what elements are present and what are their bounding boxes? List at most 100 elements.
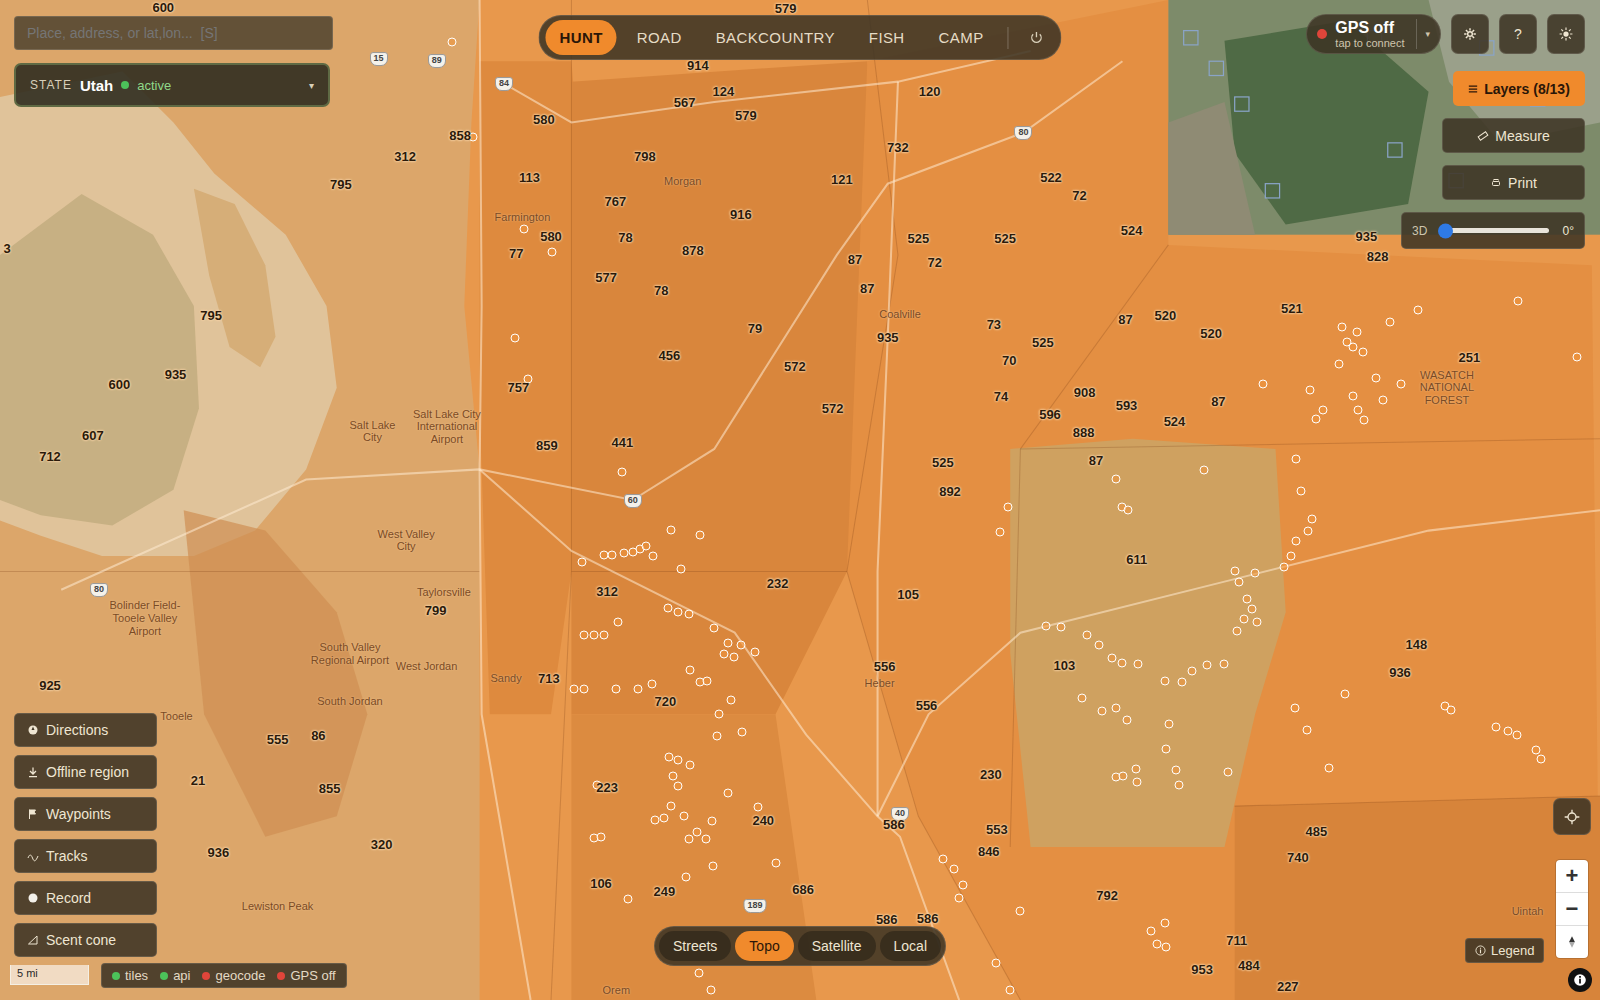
unit-label[interactable]: 74 xyxy=(994,389,1008,402)
map-marker[interactable] xyxy=(1132,777,1141,786)
map-marker[interactable] xyxy=(1378,396,1387,405)
unit-label[interactable]: 600 xyxy=(152,1,174,14)
map-marker[interactable] xyxy=(1161,676,1170,685)
unit-label[interactable]: 86 xyxy=(311,728,325,741)
map-marker[interactable] xyxy=(707,985,716,994)
unit-label[interactable]: 795 xyxy=(200,309,222,322)
attribution-button[interactable] xyxy=(1568,968,1592,992)
unit-label[interactable]: 520 xyxy=(1154,309,1176,322)
unit-label[interactable]: 712 xyxy=(39,450,61,463)
unit-label[interactable]: 586 xyxy=(917,912,939,925)
unit-label[interactable]: 556 xyxy=(916,699,938,712)
map-marker[interactable] xyxy=(608,551,617,560)
map-marker[interactable] xyxy=(1513,730,1522,739)
map-marker[interactable] xyxy=(1203,661,1212,670)
map-marker[interactable] xyxy=(641,541,650,550)
map-marker[interactable] xyxy=(673,781,682,790)
side-button[interactable]: Waypoints xyxy=(14,797,157,831)
map-marker[interactable] xyxy=(1200,466,1209,475)
unit-label[interactable]: 888 xyxy=(1073,425,1095,438)
unit-label[interactable]: 87 xyxy=(848,253,862,266)
map-marker[interactable] xyxy=(715,710,724,719)
map-marker[interactable] xyxy=(589,630,598,639)
map-marker[interactable] xyxy=(1016,907,1025,916)
map-marker[interactable] xyxy=(1349,342,1358,351)
map-marker[interactable] xyxy=(673,608,682,617)
unit-label[interactable]: 586 xyxy=(876,913,898,926)
map-marker[interactable] xyxy=(1234,577,1243,586)
map-marker[interactable] xyxy=(938,855,947,864)
unit-label[interactable]: 520 xyxy=(1200,326,1222,339)
unit-label[interactable]: 586 xyxy=(883,818,905,831)
unit-label[interactable]: 858 xyxy=(449,128,471,141)
map-marker[interactable] xyxy=(720,650,729,659)
map-marker[interactable] xyxy=(955,893,964,902)
map-marker[interactable] xyxy=(1354,406,1363,415)
map-marker[interactable] xyxy=(1371,373,1380,382)
unit-label[interactable]: 106 xyxy=(590,876,612,889)
unit-label[interactable]: 572 xyxy=(822,402,844,415)
map-marker[interactable] xyxy=(600,630,609,639)
unit-label[interactable]: 251 xyxy=(1459,351,1481,364)
compass-button[interactable] xyxy=(1556,926,1588,958)
legend-button[interactable]: Legend xyxy=(1465,938,1544,963)
unit-label[interactable]: 223 xyxy=(596,780,618,793)
map-marker[interactable] xyxy=(1232,626,1241,635)
map-marker[interactable] xyxy=(1122,716,1131,725)
map-marker[interactable] xyxy=(648,679,657,688)
map-marker[interactable] xyxy=(1004,503,1013,512)
map-marker[interactable] xyxy=(649,552,658,561)
map-marker[interactable] xyxy=(1572,353,1581,362)
map-marker[interactable] xyxy=(1253,618,1262,627)
map-marker[interactable] xyxy=(1353,327,1362,336)
map-marker[interactable] xyxy=(1248,605,1257,614)
mode-tab[interactable]: HUNT xyxy=(545,20,616,55)
gps-button[interactable]: GPS offtap to connect▾ xyxy=(1306,14,1441,54)
map-marker[interactable] xyxy=(1171,766,1180,775)
basemap-option[interactable]: Local xyxy=(880,931,941,961)
map-marker[interactable] xyxy=(1133,660,1142,669)
unit-label[interactable]: 925 xyxy=(39,678,61,691)
map-marker[interactable] xyxy=(1223,768,1232,777)
map-marker[interactable] xyxy=(1077,693,1086,702)
map-marker[interactable] xyxy=(1112,704,1121,713)
map-marker[interactable] xyxy=(1491,722,1500,731)
settings-button[interactable] xyxy=(1451,14,1489,54)
unit-label[interactable]: 580 xyxy=(533,113,555,126)
map-marker[interactable] xyxy=(1349,391,1358,400)
unit-label[interactable]: 908 xyxy=(1074,385,1096,398)
unit-label[interactable]: 892 xyxy=(939,484,961,497)
unit-label[interactable]: 600 xyxy=(109,377,131,390)
mode-tab[interactable]: FISH xyxy=(855,20,919,55)
unit-label[interactable]: 120 xyxy=(919,84,941,97)
unit-label[interactable]: 525 xyxy=(1032,335,1054,348)
map-marker[interactable] xyxy=(1359,348,1368,357)
unit-label[interactable]: 73 xyxy=(987,318,1001,331)
unit-label[interactable]: 553 xyxy=(986,822,1008,835)
unit-label[interactable]: 103 xyxy=(1053,659,1075,672)
map-marker[interactable] xyxy=(1303,725,1312,734)
unit-label[interactable]: 70 xyxy=(1002,354,1016,367)
unit-label[interactable]: 713 xyxy=(538,671,560,684)
map-marker[interactable] xyxy=(1162,942,1171,951)
unit-label[interactable]: 148 xyxy=(1405,637,1427,650)
tool-button[interactable]: Measure xyxy=(1442,118,1585,153)
map-marker[interactable] xyxy=(681,872,690,881)
map-marker[interactable] xyxy=(614,618,623,627)
map-marker[interactable] xyxy=(1447,706,1456,715)
unit-label[interactable]: 757 xyxy=(508,380,530,393)
unit-label[interactable]: 798 xyxy=(634,150,656,163)
unit-label[interactable]: 525 xyxy=(994,231,1016,244)
map-marker[interactable] xyxy=(684,834,693,843)
tilt-thumb[interactable] xyxy=(1438,223,1453,238)
map-marker[interactable] xyxy=(1286,552,1295,561)
unit-label[interactable]: 232 xyxy=(767,576,789,589)
unit-label[interactable]: 227 xyxy=(1277,979,1299,992)
unit-label[interactable]: 593 xyxy=(1116,399,1138,412)
locate-button[interactable] xyxy=(1553,798,1591,835)
map-marker[interactable] xyxy=(1251,569,1260,578)
power-button[interactable] xyxy=(1019,30,1055,46)
side-button[interactable]: Scent cone xyxy=(14,923,157,957)
zoom-in-button[interactable]: + xyxy=(1556,860,1588,893)
unit-label[interactable]: 456 xyxy=(659,349,681,362)
